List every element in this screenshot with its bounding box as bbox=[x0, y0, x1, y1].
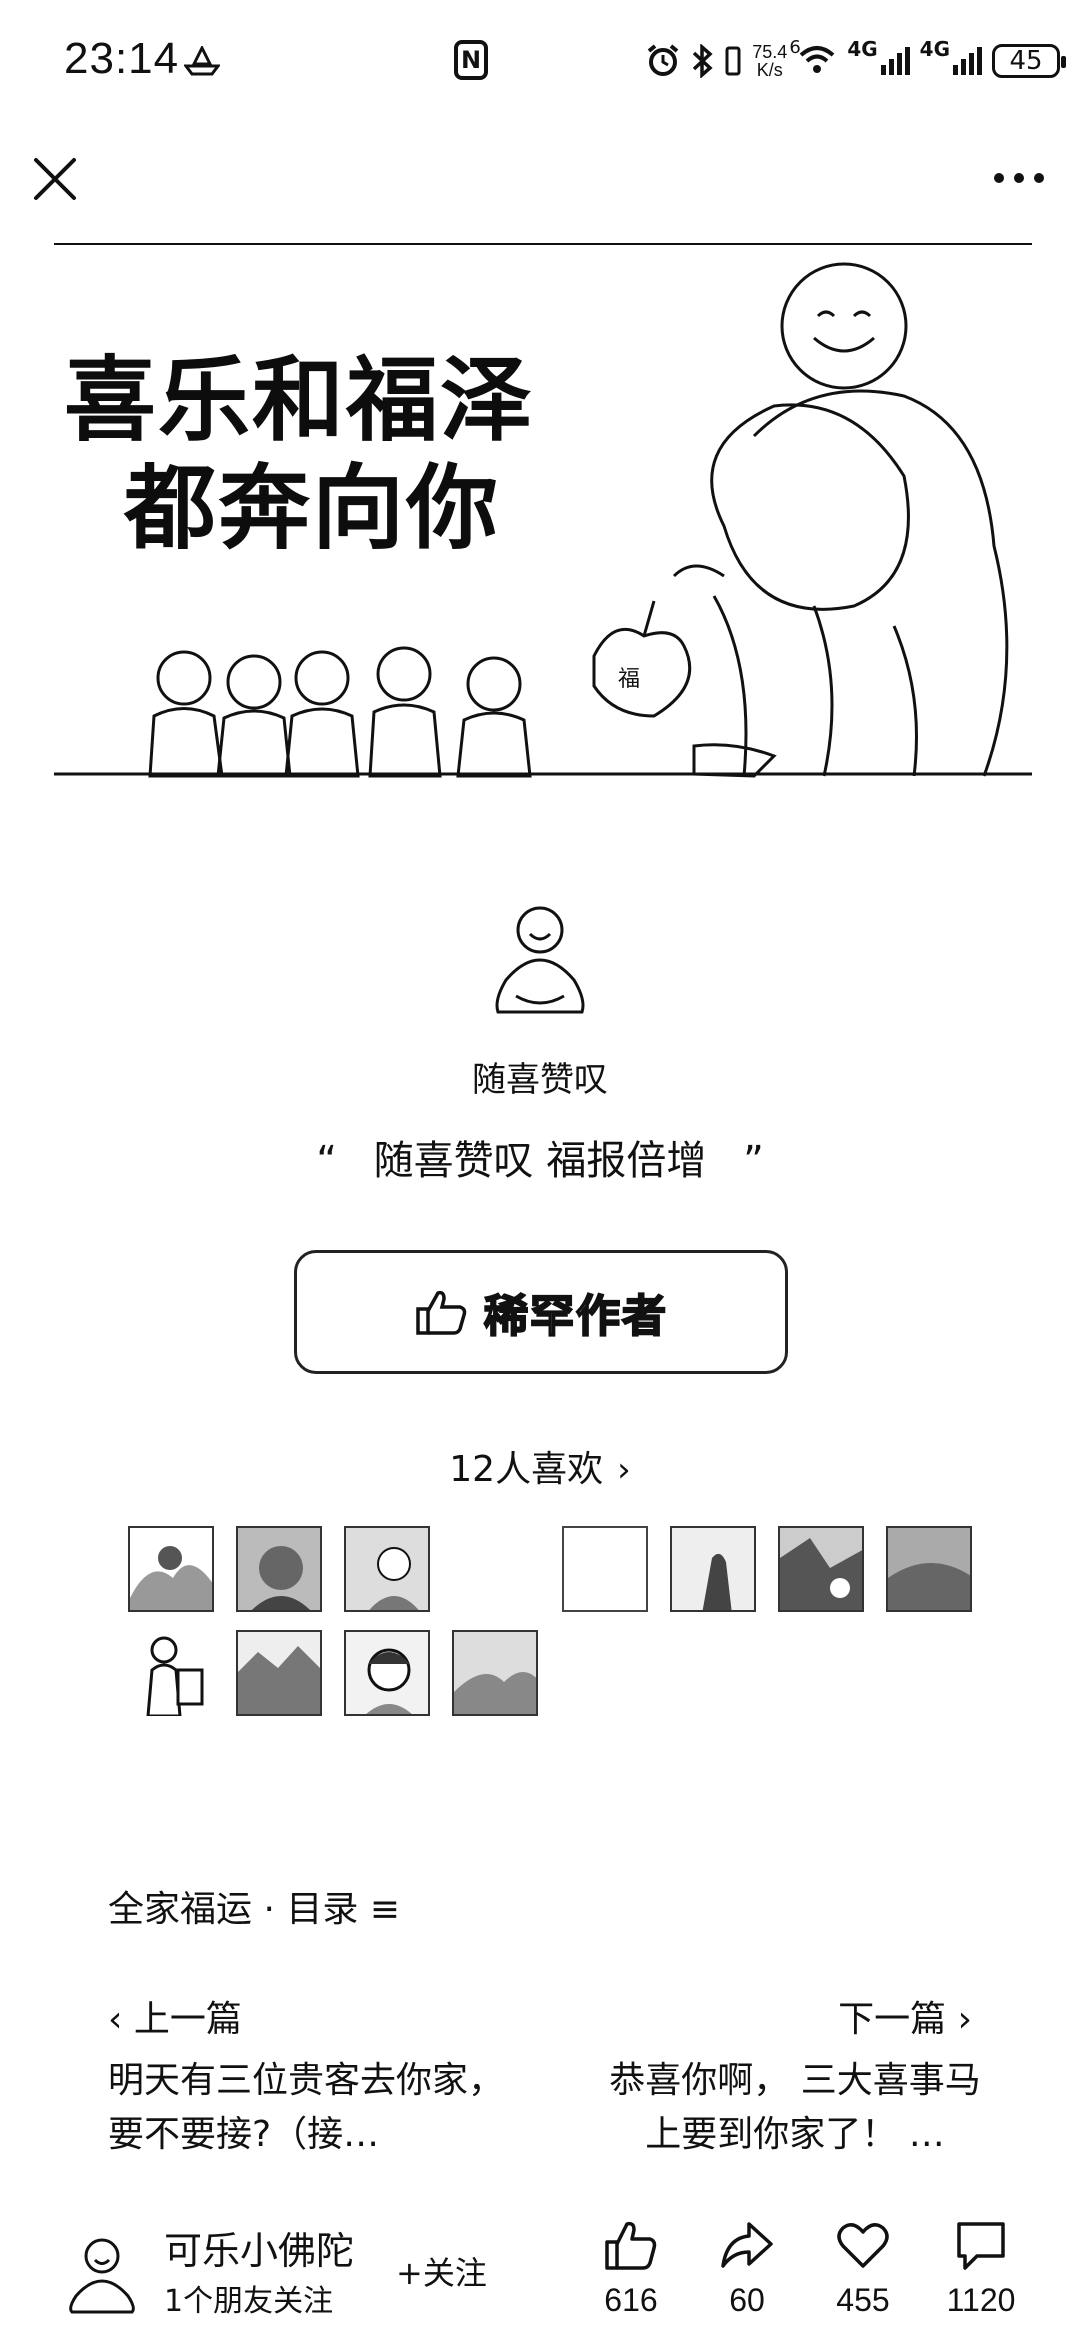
sim2-label: 4G bbox=[919, 37, 950, 61]
favorite-action[interactable]: 455 bbox=[808, 2218, 918, 2319]
battery-indicator: 45 bbox=[992, 44, 1066, 78]
network-speed-unit: K/s bbox=[756, 60, 783, 80]
reward-button-label: 稀罕作者 bbox=[483, 1290, 668, 1343]
quote-close-mark: ” bbox=[743, 1138, 764, 1184]
previous-article-title[interactable]: 明天有三位贵客去你家，要不要接?（接… bbox=[108, 2054, 508, 2162]
liker-avatar[interactable] bbox=[344, 1630, 430, 1716]
network-speed-value: 75.4 bbox=[752, 42, 788, 62]
account-name[interactable]: 可乐小佛陀 bbox=[164, 2220, 354, 2275]
nfc-icon: N bbox=[454, 40, 488, 80]
previous-article-label[interactable]: ‹ 上一篇 bbox=[108, 1990, 242, 2042]
close-icon[interactable] bbox=[32, 156, 78, 202]
vibrate-icon bbox=[725, 46, 741, 76]
liker-avatar[interactable] bbox=[128, 1526, 214, 1612]
thumbs-up-icon bbox=[416, 1290, 467, 1335]
series-catalog-link[interactable]: 全家福运 · 目录 ≡ bbox=[108, 1880, 400, 1932]
sim1-label: 4G bbox=[847, 37, 878, 61]
thumbs-up-icon bbox=[605, 2221, 657, 2270]
status-indicators: 75.4 K/s 6 4G 4G 45 bbox=[646, 36, 1066, 86]
status-bar: 23:14 N 75.4 K/s 6 4G 4G 45 bbox=[0, 0, 1080, 120]
header-divider bbox=[54, 243, 1032, 245]
comment-action[interactable]: 1120 bbox=[926, 2218, 1036, 2319]
wifi-indicator: 6 bbox=[789, 37, 837, 79]
account-avatar[interactable] bbox=[66, 2236, 138, 2314]
heart-icon bbox=[837, 2223, 889, 2268]
signal-sim1: 4G bbox=[847, 37, 910, 75]
wifi-label: 6 bbox=[789, 37, 801, 58]
signal-sim2: 4G bbox=[920, 37, 982, 75]
liker-avatar[interactable] bbox=[778, 1526, 864, 1612]
liker-avatar[interactable] bbox=[236, 1630, 322, 1716]
quote-open-mark: “ bbox=[316, 1138, 337, 1184]
author-name: 随喜赞叹 bbox=[472, 1060, 608, 1100]
liker-avatar[interactable] bbox=[128, 1630, 214, 1716]
chevron-right-icon: › bbox=[617, 1450, 631, 1490]
alarm-icon bbox=[647, 44, 679, 76]
liker-avatar[interactable] bbox=[452, 1630, 538, 1716]
network-speed: 75.4 K/s bbox=[752, 43, 787, 79]
follow-button[interactable]: +关注 bbox=[396, 2248, 487, 2294]
share-action[interactable]: 60 bbox=[692, 2218, 802, 2319]
author-emblem-icon bbox=[495, 906, 585, 1014]
liker-avatar[interactable] bbox=[344, 1526, 430, 1612]
liker-avatar[interactable] bbox=[236, 1526, 322, 1612]
share-count: 60 bbox=[729, 2282, 765, 2318]
author-quote: “ 随喜赞叹 福报倍增 ” bbox=[0, 1128, 1080, 1186]
next-article-label[interactable]: 下一篇 › bbox=[838, 1990, 972, 2042]
share-icon bbox=[721, 2222, 773, 2268]
wifi-icon bbox=[799, 46, 835, 73]
status-time: 23:14 bbox=[64, 34, 180, 83]
article-banner-image: 喜乐和福泽 都奔向你 福 bbox=[54, 246, 1032, 800]
banner-bag-mark: 福 bbox=[618, 667, 640, 692]
buddha-illustration: 福 bbox=[54, 262, 1032, 778]
liker-avatar[interactable] bbox=[670, 1526, 756, 1612]
reward-author-button[interactable]: 稀罕作者 bbox=[294, 1250, 788, 1374]
bluetooth-icon bbox=[693, 44, 713, 78]
likes-list-link[interactable]: 12人喜欢 › bbox=[0, 1440, 1080, 1492]
likes-count-label: 12人喜欢 bbox=[449, 1449, 604, 1490]
quote-text: 随喜赞叹 福报倍增 bbox=[373, 1138, 707, 1184]
comment-count: 1120 bbox=[946, 2282, 1016, 2318]
favorite-count: 455 bbox=[836, 2282, 890, 2318]
more-options-icon[interactable] bbox=[994, 168, 1050, 188]
liker-avatar[interactable] bbox=[562, 1526, 648, 1612]
like-action[interactable]: 616 bbox=[576, 2218, 686, 2319]
boat-icon bbox=[184, 46, 220, 76]
like-count: 616 bbox=[604, 2282, 658, 2318]
account-friends-following: 1个朋友关注 bbox=[164, 2284, 334, 2319]
comment-icon bbox=[957, 2222, 1005, 2270]
liker-avatar[interactable] bbox=[886, 1526, 972, 1612]
next-article-title[interactable]: 恭喜你啊， 三大喜事马上要到你家了！ … bbox=[600, 2054, 990, 2162]
